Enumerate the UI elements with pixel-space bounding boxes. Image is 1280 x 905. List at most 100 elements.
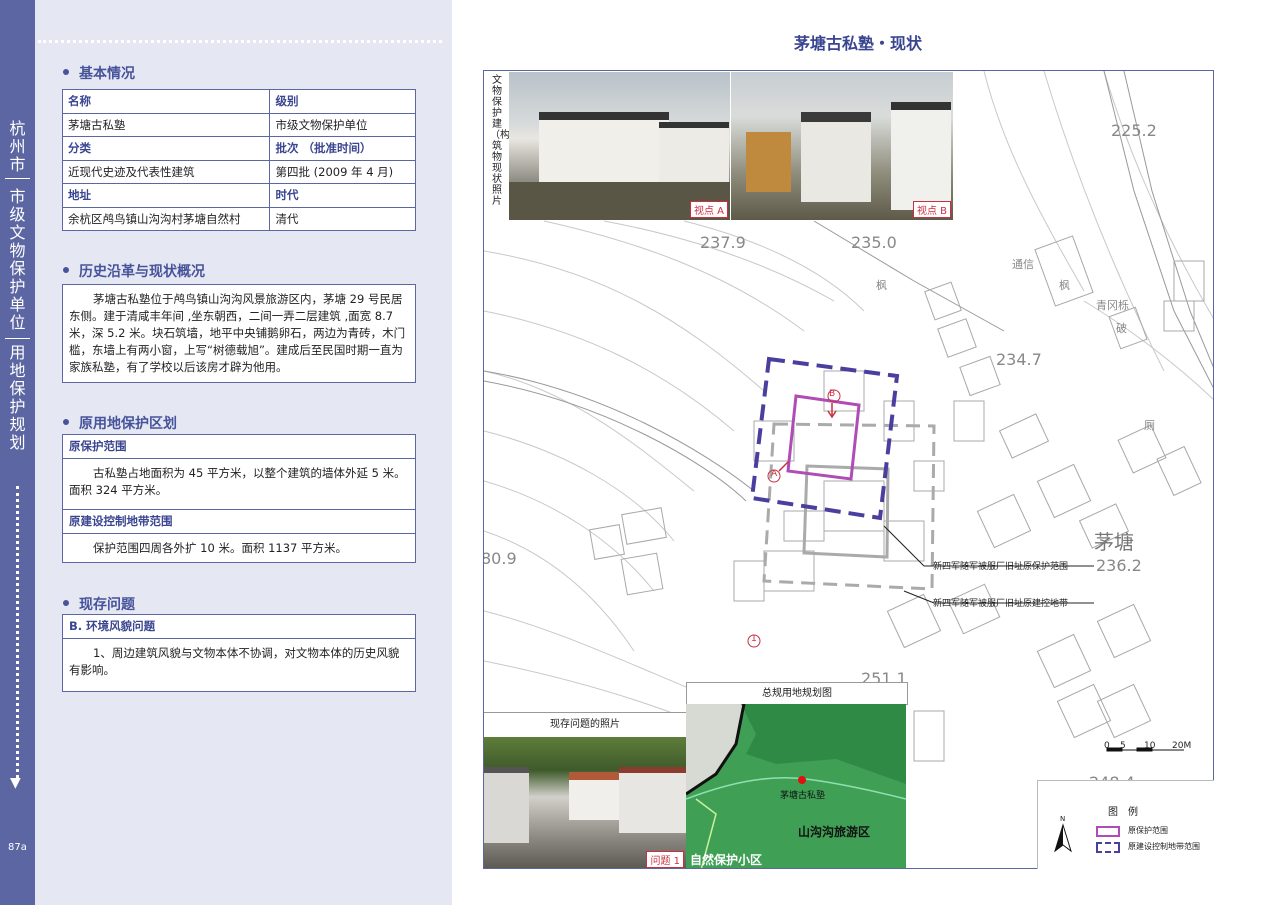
page-title: 茅塘古私塾・现状 <box>794 34 923 53</box>
master-plan-map: 茅塘古私塾 山沟沟旅游区 自然保护小区 <box>686 704 906 868</box>
house-wall <box>569 772 619 820</box>
scale-label: 0 <box>1104 741 1110 751</box>
site-map: 文物保护建（构）筑物现状照片 视点 A 视点 B 225.2 237.9 235… <box>483 70 1214 869</box>
dotted-rule <box>38 40 442 43</box>
protect-range-annotation: 新四军随军被服厂旧址原保护范围 <box>933 562 1069 572</box>
legend-control-label: 原建设控制地带范围 <box>1128 842 1200 851</box>
legend-control-swatch <box>1096 842 1120 853</box>
table-cell: 分类 <box>61 136 271 161</box>
view-b-tag: 视点 B <box>912 201 951 218</box>
bullet-icon <box>63 600 69 606</box>
table-cell: 茅塘古私塾 <box>61 112 271 137</box>
dotted-rule <box>456 40 782 43</box>
table-cell: 时代 <box>269 183 416 208</box>
issues-subtitle: B. 环境风貌问题 <box>63 615 415 639</box>
table-cell: 市级文物保护单位 <box>269 112 416 137</box>
view-a-marker-label: A <box>771 469 778 479</box>
elevation-label: 237.9 <box>700 233 746 252</box>
table-cell: 级别 <box>269 89 416 114</box>
issues-box: B. 环境风貌问题 1、周边建筑风貌与文物本体不协调，对文物本体的历史风貌有影响… <box>62 614 416 692</box>
section-basic-heading: 基本情况 <box>63 63 135 83</box>
scale-label: 20M <box>1172 741 1192 751</box>
bullet-icon <box>63 69 69 75</box>
section-history-heading: 历史沿革与现状概况 <box>63 261 205 281</box>
history-text: 茅塘古私塾位于鸬鸟镇山沟沟风景旅游区内，茅塘 29 号民居东侧。建于清咸丰年间 … <box>69 292 406 374</box>
problem-photo: 问题 1 <box>484 737 686 868</box>
bullet-icon <box>63 419 69 425</box>
protect-scope-title: 原保护范围 <box>63 435 415 459</box>
house-wall <box>801 112 871 202</box>
table-cell: 名称 <box>61 89 271 114</box>
elevation-label: 80.9 <box>483 549 517 568</box>
issues-text: 1、周边建筑风貌与文物本体不协调，对文物本体的历史风貌有影响。 <box>69 646 400 677</box>
problem-photo-title: 现存问题的照片 <box>484 712 686 738</box>
photo-caption: 文物保护建（构）筑物现状照片 <box>490 75 520 207</box>
village-label: 茅塘 <box>1094 530 1134 554</box>
view-b-marker-label: B <box>829 389 836 399</box>
elevation-label: 225.2 <box>1111 121 1157 140</box>
house-wall <box>484 767 529 843</box>
table-row: 分类 批次 （批准时间） <box>61 136 416 161</box>
sidebar-divider <box>5 338 30 339</box>
table-row: 茅塘古私塾 市级文物保护单位 <box>61 112 416 137</box>
control-zone-title: 原建设控制地带范围 <box>63 510 415 534</box>
legend-protect-label: 原保护范围 <box>1128 826 1168 835</box>
table-row: 地址 时代 <box>61 183 416 208</box>
protect-scope-text: 古私塾占地面积为 45 平方米，以整个建筑的墙体外延 5 米。面积 324 平方… <box>63 459 415 510</box>
page-number: 87a <box>8 842 27 853</box>
north-arrow-icon <box>1054 823 1072 853</box>
house-wall <box>619 767 686 833</box>
legend-protect-swatch <box>1096 826 1120 837</box>
table-row: 近现代史迹及代表性建筑 第四批 (2009 年 4 月) <box>61 159 416 184</box>
legend-title: 图 例 <box>1108 807 1138 818</box>
sidebar-divider <box>5 178 30 179</box>
place-label: 厕 <box>1144 419 1155 432</box>
place-label: 枫 <box>1059 279 1070 292</box>
site-dot-icon <box>798 776 806 784</box>
problem-tag: 问题 1 <box>646 851 684 868</box>
table-cell: 批次 （批准时间） <box>269 136 416 161</box>
view-a-tag: 视点 A <box>689 201 728 218</box>
sidebar-category: 市 级 文 物 保 护 单 位 <box>9 187 26 332</box>
table-cell: 第四批 (2009 年 4 月) <box>269 159 416 184</box>
section-landuse-heading: 原用地保护区划 <box>63 413 177 433</box>
north-label: N <box>1060 815 1066 823</box>
master-plan-title: 总规用地规划图 <box>686 682 908 705</box>
site-photo-a: 视点 A <box>509 72 730 220</box>
wooden-door <box>746 132 791 192</box>
table-cell: 余杭区鸬鸟镇山沟沟村茅塘自然村 <box>61 206 271 231</box>
table-cell: 地址 <box>61 183 271 208</box>
elevation-label: 234.7 <box>996 350 1042 369</box>
zoning-svg <box>686 704 906 868</box>
down-arrow-icon: ▼ <box>10 775 21 791</box>
master-plan-site-label: 茅塘古私塾 <box>780 791 826 801</box>
issue-marker-label: 1 <box>751 634 757 644</box>
table-row: 名称 级别 <box>61 89 416 114</box>
table-row: 余杭区鸬鸟镇山沟沟村茅塘自然村 清代 <box>61 206 416 231</box>
table-cell: 清代 <box>269 206 416 231</box>
scale-label: 10 <box>1144 741 1156 751</box>
house-wall <box>891 102 951 210</box>
map-legend: 图 例 N 原保护范围 原建设控制地带范围 <box>1037 780 1214 869</box>
control-zone-annotation: 新四军随军被服厂旧址原建控地带 <box>933 599 1069 609</box>
landuse-box: 原保护范围 古私塾占地面积为 45 平方米，以整个建筑的墙体外延 5 米。面积 … <box>62 434 416 563</box>
elevation-label: 236.2 <box>1096 556 1142 575</box>
place-label: 枫 <box>876 279 887 292</box>
sidebar-city: 杭 州 市 <box>9 119 26 174</box>
place-label: 破 <box>1116 322 1127 335</box>
house-wall <box>659 122 729 188</box>
control-zone-text: 保护范围四周各外扩 10 米。面积 1137 平方米。 <box>93 541 348 555</box>
sidebar: 杭 州 市 市 级 文 物 保 护 单 位 用 地 保 护 规 划 ▼ 87a <box>0 0 35 905</box>
scale-label: 5 <box>1120 741 1126 751</box>
master-plan-reserve-label: 自然保护小区 <box>690 853 763 867</box>
section-issues-heading: 现存问题 <box>63 594 135 614</box>
table-cell: 近现代史迹及代表性建筑 <box>61 159 271 184</box>
place-label: 青冈栎 <box>1096 299 1129 312</box>
elevation-label: 235.0 <box>851 233 897 252</box>
bullet-icon <box>63 267 69 273</box>
dotted-rule <box>975 40 1275 43</box>
master-plan-zone-label: 山沟沟旅游区 <box>798 825 871 839</box>
place-label: 通信 <box>1012 258 1034 271</box>
sidebar-dotted-line <box>16 486 19 778</box>
history-box: 茅塘古私塾位于鸬鸟镇山沟沟风景旅游区内，茅塘 29 号民居东侧。建于清咸丰年间 … <box>62 284 416 383</box>
